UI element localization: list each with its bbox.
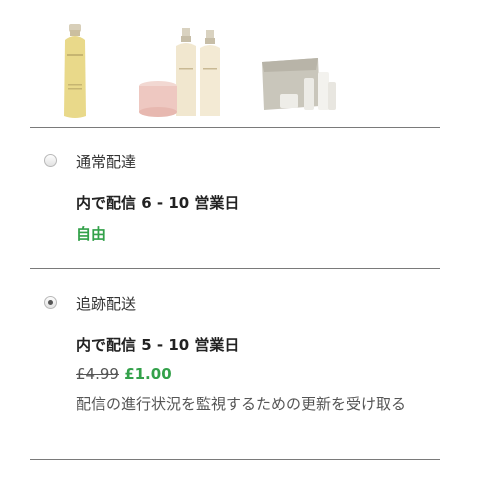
shipping-option-tracked[interactable]: 追跡配送 内で配信 5 - 10 営業日 £4.99 £1.00 配信の進行状況… xyxy=(44,292,444,442)
product-image-gift-pouch xyxy=(262,58,336,110)
radio-standard[interactable] xyxy=(44,154,57,167)
shipping-price: £4.99 £1.00 xyxy=(76,365,172,383)
product-thumbnails xyxy=(50,20,340,120)
shipping-option-standard[interactable]: 通常配達 内で配信 6 - 10 営業日 自由 xyxy=(44,150,444,250)
product-image-body-set xyxy=(139,28,220,117)
original-price: £4.99 xyxy=(76,365,119,383)
radio-tracked[interactable] xyxy=(44,296,57,309)
divider-bottom xyxy=(30,459,440,460)
shipping-option-name: 追跡配送 xyxy=(76,295,137,313)
divider-top xyxy=(30,127,440,128)
delivery-window: 内で配信 6 - 10 営業日 xyxy=(76,194,240,212)
product-image-cleansing-oil xyxy=(64,24,86,118)
shipping-option-description: 配信の進行状況を監視するための更新を受け取る xyxy=(76,395,407,413)
delivery-window: 内で配信 5 - 10 営業日 xyxy=(76,336,240,354)
shipping-price-free: 自由 xyxy=(76,225,107,243)
discounted-price: £1.00 xyxy=(124,365,172,383)
divider-middle xyxy=(30,268,440,269)
shipping-option-name: 通常配達 xyxy=(76,153,137,171)
